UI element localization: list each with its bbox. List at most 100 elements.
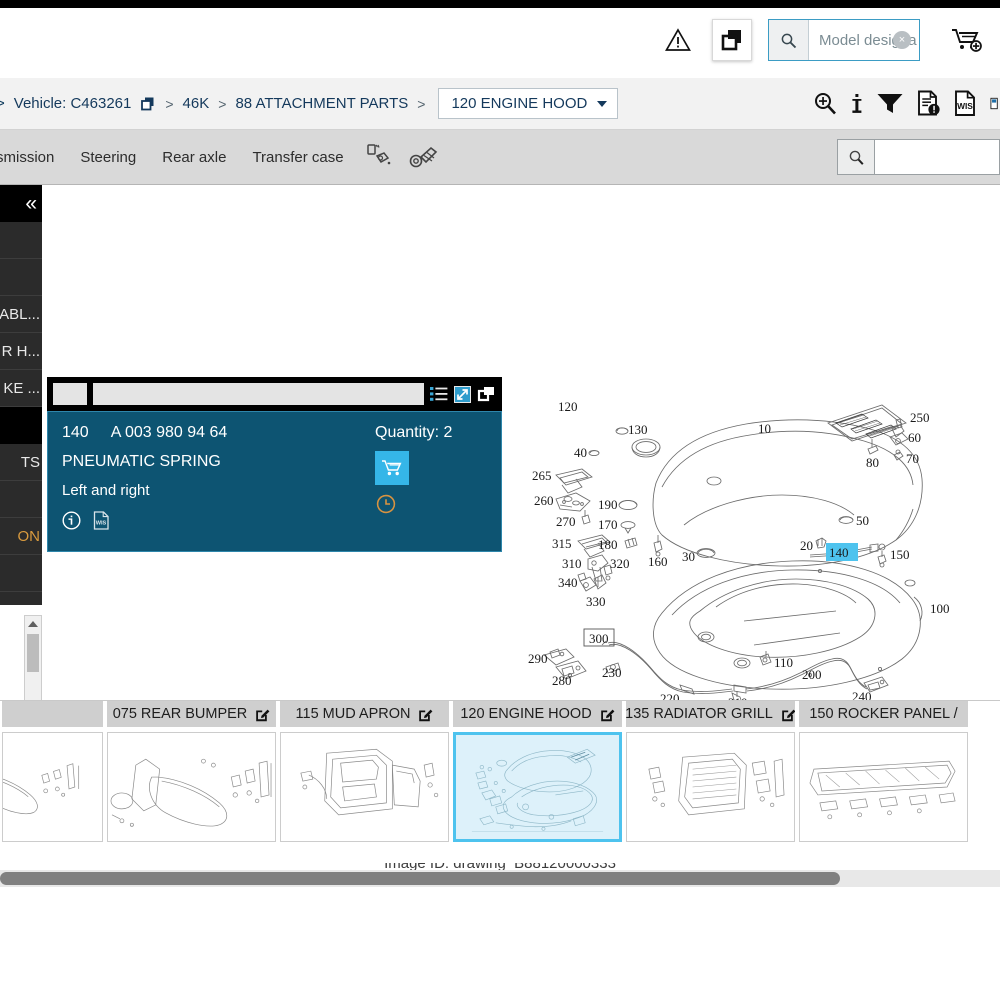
thumbnail-item[interactable]: 150 ROCKER PANEL / <box>797 701 970 842</box>
warning-triangle-icon[interactable] <box>658 20 698 60</box>
thumbnail-image-selected[interactable] <box>453 732 622 842</box>
assembly-search-input[interactable] <box>875 139 1000 175</box>
scrollbar-thumb[interactable] <box>27 634 39 672</box>
edit-square-icon[interactable] <box>600 707 615 722</box>
thumbnail-item[interactable]: 120 ENGINE HOOD <box>451 701 624 842</box>
thumbnail-item[interactable]: 135 RADIATOR GRILL <box>624 701 797 842</box>
thumbnail-item[interactable]: 075 REAR BUMPER <box>105 701 278 842</box>
svg-text:230: 230 <box>602 665 622 680</box>
thumbnail-item[interactable] <box>0 701 105 842</box>
svg-text:80: 80 <box>866 455 879 470</box>
scrollbar-thumb[interactable] <box>0 872 840 885</box>
sidebar-item[interactable]: TS <box>0 444 42 481</box>
edit-square-icon[interactable] <box>781 707 795 722</box>
svg-text:265: 265 <box>532 468 552 483</box>
thumbnail-image[interactable] <box>107 732 276 842</box>
list-view-icon[interactable] <box>430 386 448 402</box>
edit-square-icon[interactable] <box>418 707 433 722</box>
breadcrumb-selected-dropdown[interactable]: 120 ENGINE HOOD <box>438 88 619 119</box>
clear-search-icon[interactable]: × <box>893 31 911 49</box>
sidebar-item[interactable]: KE ... <box>0 370 42 407</box>
breadcrumb-separator-2: > <box>218 95 227 112</box>
svg-text:340: 340 <box>558 575 578 590</box>
svg-text:250: 250 <box>910 410 930 425</box>
thumbnail-caption[interactable] <box>2 701 103 727</box>
svg-text:70: 70 <box>906 451 919 466</box>
tab-steering[interactable]: Steering <box>67 149 149 166</box>
document-alert-icon[interactable] <box>916 90 941 117</box>
svg-text:150: 150 <box>890 547 910 562</box>
thumbnail-caption[interactable]: 135 RADIATOR GRILL <box>626 701 795 727</box>
zoom-in-icon[interactable] <box>813 91 838 116</box>
thumbnail-image[interactable] <box>799 732 968 842</box>
thumbnail-image[interactable] <box>626 732 795 842</box>
svg-text:30: 30 <box>682 549 695 564</box>
part-card-header <box>47 377 502 411</box>
thumbnail-label: 135 RADIATOR GRILL <box>626 706 773 722</box>
svg-text:20: 20 <box>800 538 813 553</box>
part-card-body[interactable]: 140 A 003 980 94 64 PNEUMATIC SPRING Lef… <box>47 411 502 552</box>
header-field-large[interactable] <box>93 383 424 405</box>
collapse-left-icon[interactable]: « <box>25 193 37 214</box>
partial-icon[interactable] <box>990 90 1000 117</box>
sidebar-item[interactable] <box>0 259 42 296</box>
svg-text:160: 160 <box>648 554 668 569</box>
thumbnail-caption[interactable]: 120 ENGINE HOOD <box>453 701 622 727</box>
duplicate-icon[interactable] <box>477 386 496 403</box>
part-callout-number: 140 <box>62 424 89 441</box>
sidebar-item[interactable] <box>0 407 42 444</box>
info-circle-icon[interactable] <box>62 511 81 535</box>
svg-text:100: 100 <box>930 601 950 616</box>
svg-text:260: 260 <box>534 493 554 508</box>
breadcrumb-selected-label: 120 ENGINE HOOD <box>451 95 588 112</box>
thumbnail-item[interactable]: 115 MUD APRON <box>278 701 451 842</box>
page-bottom-area <box>0 887 1000 1000</box>
tab-transmission[interactable]: smission <box>0 149 67 166</box>
horizontal-scrollbar[interactable] <box>0 870 1000 887</box>
thumbnail-caption[interactable]: 150 ROCKER PANEL / <box>799 701 968 727</box>
tab-transfer-case[interactable]: Transfer case <box>239 149 356 166</box>
sidebar-item[interactable] <box>0 222 42 259</box>
thumbnail-image[interactable] <box>2 732 103 842</box>
part-number[interactable]: A 003 980 94 64 <box>111 424 228 442</box>
cart-add-icon[interactable] <box>946 20 986 60</box>
svg-text:200: 200 <box>802 667 822 682</box>
wis-document-icon[interactable]: WIS <box>953 90 978 117</box>
wis-document-icon[interactable]: WIS <box>93 511 110 535</box>
thumbnail-caption[interactable]: 115 MUD APRON <box>280 701 449 727</box>
thumbnail-image[interactable] <box>280 732 449 842</box>
thumbnail-caption[interactable]: 075 REAR BUMPER <box>107 701 276 727</box>
window-top-edge <box>0 0 1000 8</box>
breadcrumb-overflow[interactable]: > <box>0 95 5 112</box>
breadcrumb-vehicle[interactable]: Vehicle: C463261 <box>14 95 132 112</box>
breadcrumb-node-46k[interactable]: 46K <box>183 95 210 112</box>
copy-icon[interactable] <box>140 96 156 112</box>
breadcrumb-node-attachment-parts[interactable]: 88 ATTACHMENT PARTS <box>235 95 408 112</box>
main-content: « ABL... R H... KE ... TS ON 120 130 40 … <box>0 185 1000 872</box>
breadcrumb-separator-1: > <box>165 95 174 112</box>
search-input[interactable]: Model designa × <box>809 20 919 60</box>
filter-icon[interactable] <box>876 91 904 116</box>
clock-icon[interactable] <box>375 493 397 515</box>
expand-icon[interactable] <box>454 385 471 403</box>
copy-pages-icon[interactable] <box>712 19 752 61</box>
top-toolbar: Model designa × <box>0 8 1000 72</box>
edit-square-icon[interactable] <box>255 707 270 722</box>
sidebar-item[interactable]: R H... <box>0 333 42 370</box>
sidebar-item[interactable] <box>0 481 42 518</box>
search-icon[interactable] <box>769 20 809 60</box>
tab-rear-axle[interactable]: Rear axle <box>149 149 239 166</box>
sidebar-item[interactable]: ON <box>0 518 42 555</box>
svg-text:310: 310 <box>562 556 582 571</box>
oil-can-icon[interactable] <box>357 142 401 172</box>
sidebar-item[interactable]: ABL... <box>0 296 42 333</box>
svg-text:170: 170 <box>598 517 618 532</box>
bolt-wrench-icon[interactable] <box>401 142 447 172</box>
sidebar-item[interactable] <box>0 555 42 592</box>
scroll-up-icon[interactable] <box>25 616 41 632</box>
search-icon[interactable] <box>837 139 875 175</box>
add-to-cart-button[interactable] <box>375 451 409 485</box>
callout-numbers: 120 130 40 265 260 270 315 310 320 340 3… <box>528 399 950 710</box>
header-field-small[interactable] <box>53 383 87 405</box>
info-icon[interactable] <box>850 91 864 116</box>
